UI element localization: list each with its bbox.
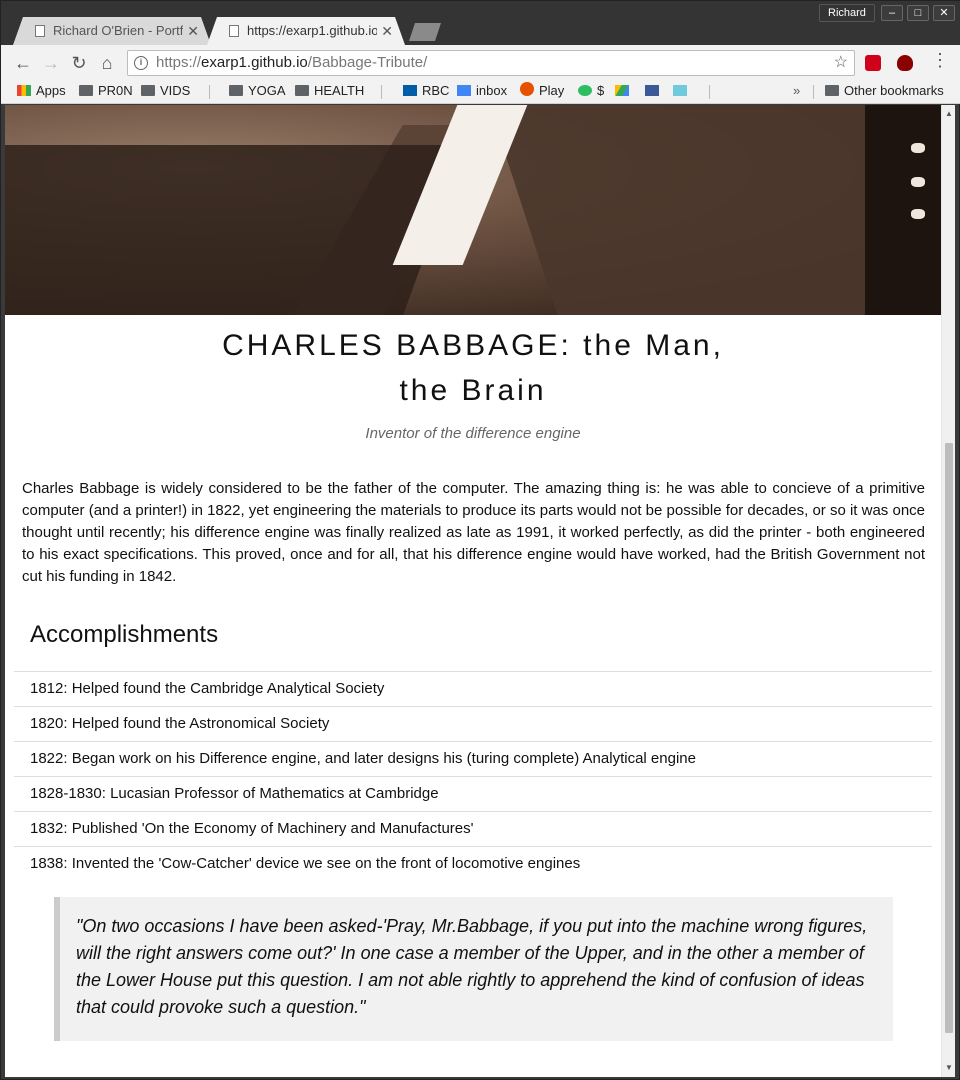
list-item: 1832: Published 'On the Economy of Machi… [14,811,932,846]
evernote-icon [578,85,592,96]
bookmark-inbox[interactable]: inbox [457,80,507,104]
title-bar: Richard O'Brien - Portfo ✕ https://exarp… [1,1,960,45]
hero-portrait-image [5,105,941,315]
drive-icon [615,85,629,96]
list-item: 1820: Helped found the Astronomical Soci… [14,706,932,741]
bookmark-label: Apps [36,83,66,98]
bookmark-slack[interactable] [673,80,692,104]
bookmark-separator [813,85,814,99]
bookmark-folder-yoga[interactable]: YOGA [229,80,286,104]
page-icon [229,25,239,37]
bookmark-label: VIDS [160,83,191,98]
url-scheme: https:// [156,54,202,71]
bookmark-folder-vids[interactable]: VIDS [141,80,190,104]
play-music-icon [520,82,534,96]
rbc-icon [403,85,417,96]
url-path: /Babbage-Tribute/ [307,54,428,71]
shadow-shape [865,105,941,315]
apps-grid-icon [17,85,31,96]
profile-button[interactable]: Richard [819,4,875,22]
page-subtitle: Inventor of the difference engine [365,425,581,442]
reload-icon[interactable]: ↻ [67,51,91,75]
list-item: 1828-1830: Lucasian Professor of Mathema… [14,776,932,811]
tab-portfolio[interactable]: Richard O'Brien - Portfo ✕ [13,17,211,45]
bookmark-label: $ [597,83,605,98]
page-icon [35,25,45,37]
bookmark-separator [709,85,710,99]
folder-icon [141,85,155,96]
bookmark-star-icon[interactable]: ☆ [834,51,848,75]
page-title: CHARLES BABBAGE: the Man, the Brain [5,323,941,413]
ublock-extension-icon[interactable] [897,55,913,71]
folder-icon [295,85,309,96]
intro-paragraph: Charles Babbage is widely considered to … [22,480,926,585]
bookmark-play[interactable]: Play [520,80,564,104]
url-host: exarp1.github.io [201,54,308,71]
browser-toolbar: ← → ↻ ⌂ i https://exarp1.github.io/Babba… [1,45,960,80]
page-title-line-2: the Brain [399,374,547,407]
page-viewport: CHARLES BABBAGE: the Man, the Brain Inve… [5,105,941,1077]
bookmark-other[interactable]: Other bookmarks [825,80,944,104]
tab-babbage-tribute[interactable]: https://exarp1.github.io/ ✕ [207,17,405,45]
tab-close-icon[interactable]: ✕ [187,17,199,45]
list-item: 1822: Began work on his Difference engin… [14,741,932,776]
forward-arrow-icon[interactable]: → [39,51,63,75]
slack-icon [673,85,687,96]
list-item: 1812: Helped found the Cambridge Analyti… [14,671,932,706]
bookmark-drive[interactable] [615,80,634,104]
facebook-icon [645,85,659,96]
bookmark-separator [209,85,210,99]
bookmark-label: Play [539,83,565,98]
list-item: 1838: Invented the 'Cow-Catcher' device … [14,846,932,881]
folder-icon [79,85,93,96]
address-url[interactable]: https://exarp1.github.io/Babbage-Tribute… [156,51,427,75]
bookmark-facebook[interactable] [645,80,664,104]
scroll-down-arrow-icon[interactable]: ▼ [942,1061,956,1075]
bookmark-label: HEALTH [314,83,365,98]
coat-button-shape [911,143,925,153]
bookmark-label: PR0N [98,83,133,98]
coat-shape [5,145,466,315]
inbox-icon [457,85,471,96]
bookmark-label: Other bookmarks [844,83,944,98]
close-window-icon[interactable]: ✕ [933,5,955,21]
folder-icon [229,85,243,96]
address-bar[interactable]: i https://exarp1.github.io/Babbage-Tribu… [127,50,855,76]
page-scrollbar[interactable]: ▲ ▼ [941,105,955,1077]
bookmark-rbc[interactable]: RBC [403,80,449,104]
bookmark-label: RBC [422,83,450,98]
bookmark-label: inbox [476,83,508,98]
info-icon[interactable]: i [134,56,148,70]
bookmark-folder-health[interactable]: HEALTH [295,80,364,104]
bookmark-apps[interactable]: Apps [17,80,66,104]
bookmark-label: YOGA [248,83,286,98]
coat-button-shape [911,209,925,219]
accomplishments-list: 1812: Helped found the Cambridge Analyti… [14,671,932,881]
scroll-up-arrow-icon[interactable]: ▲ [942,107,956,121]
coat-button-shape [911,177,925,187]
new-tab-button[interactable] [409,23,441,41]
page-title-line-1: CHARLES BABBAGE: the Man, [222,329,724,362]
tab-title: Richard O'Brien - Portfo [53,23,183,38]
bookmark-separator [381,85,382,99]
bookmarks-overflow-chevron-icon[interactable]: » [793,80,800,102]
bookmark-folder-pr0n[interactable]: PR0N [79,80,133,104]
lastpass-extension-icon[interactable] [865,55,881,71]
browser-window: Richard O'Brien - Portfo ✕ https://exarp… [0,0,960,1080]
tab-title: https://exarp1.github.io/ [247,23,377,38]
menu-kebab-icon[interactable]: ⋮ [931,50,949,71]
accomplishments-heading: Accomplishments [30,621,219,648]
home-icon[interactable]: ⌂ [95,51,119,75]
folder-icon [825,85,839,96]
back-arrow-icon[interactable]: ← [11,51,35,75]
tab-close-icon[interactable]: ✕ [381,17,393,45]
minimize-icon[interactable]: – [881,5,903,21]
bookmark-evernote[interactable]: $ [578,80,604,104]
bookmarks-bar: Apps PR0N VIDS YOGA HEALTH RBC inbox Pla… [1,80,960,104]
babbage-quote: "On two occasions I have been asked-'Pra… [54,897,893,1041]
maximize-icon[interactable]: □ [907,5,929,21]
scrollbar-thumb[interactable] [945,443,953,1033]
